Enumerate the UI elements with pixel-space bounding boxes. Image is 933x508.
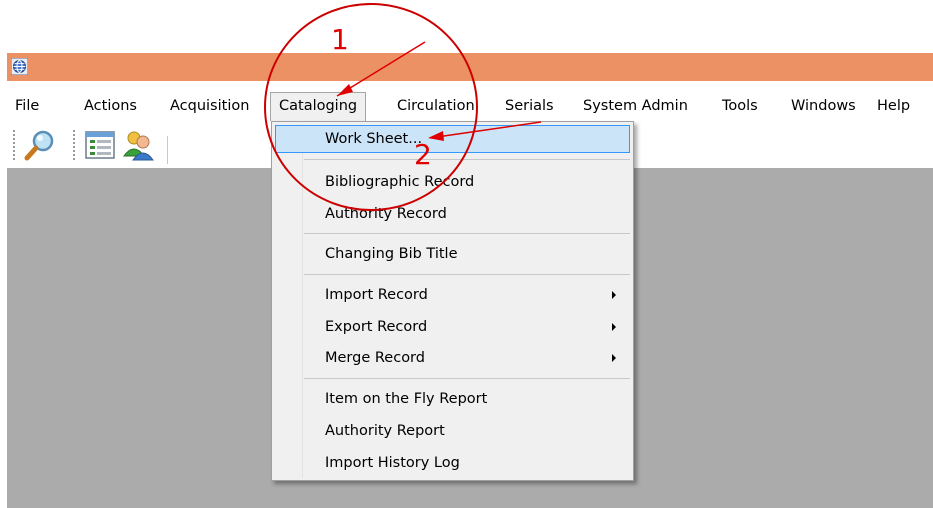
menu-item-import-record[interactable]: Import Record: [275, 281, 630, 309]
menu-separator: [304, 159, 630, 160]
menu-file[interactable]: File: [15, 95, 39, 117]
menu-item-export-record[interactable]: Export Record: [275, 313, 630, 341]
menu-serials[interactable]: Serials: [505, 95, 554, 117]
menu-item-label: Merge Record: [325, 350, 425, 366]
toolbar-separator: [167, 136, 168, 164]
magnifier-icon[interactable]: [23, 128, 57, 162]
submenu-arrow-icon: [612, 354, 616, 362]
menu-windows[interactable]: Windows: [791, 95, 856, 117]
menu-item-authority-record[interactable]: Authority Record: [275, 200, 630, 228]
form-window-icon[interactable]: [83, 128, 117, 162]
menu-help[interactable]: Help: [877, 95, 910, 117]
menu-item-import-history-log[interactable]: Import History Log: [275, 449, 630, 477]
menu-item-label: Import Record: [325, 287, 428, 303]
menu-tools[interactable]: Tools: [722, 95, 758, 117]
menu-item-label: Item on the Fly Report: [325, 391, 488, 407]
menu-item-label: Authority Record: [325, 206, 447, 222]
menu-actions[interactable]: Actions: [84, 95, 137, 117]
menu-item-label: Import History Log: [325, 455, 460, 471]
menu-circulation[interactable]: Circulation: [397, 95, 475, 117]
menu-bar: File Actions Acquisition Cataloging Circ…: [0, 88, 933, 122]
toolbar-grip-2[interactable]: [73, 130, 75, 160]
cataloging-dropdown-menu: Work Sheet... Bibliographic Record Autho…: [271, 121, 634, 481]
menu-item-label: Changing Bib Title: [325, 246, 458, 262]
menu-separator: [304, 233, 630, 234]
menu-separator: [304, 274, 630, 275]
menu-system-admin[interactable]: System Admin: [583, 95, 688, 117]
menu-acquisition[interactable]: Acquisition: [170, 95, 249, 117]
menu-item-label: Bibliographic Record: [325, 174, 475, 190]
menu-separator: [304, 378, 630, 379]
menu-item-label: Authority Report: [325, 423, 445, 439]
toolbar-grip[interactable]: [13, 130, 15, 160]
users-icon[interactable]: [121, 128, 155, 162]
title-bar: [7, 53, 933, 81]
annotation-step-2: 2: [414, 138, 432, 171]
menu-item-merge-record[interactable]: Merge Record: [275, 344, 630, 372]
menu-item-item-on-the-fly-report[interactable]: Item on the Fly Report: [275, 385, 630, 413]
submenu-arrow-icon: [612, 323, 616, 331]
menu-item-label: Export Record: [325, 319, 428, 335]
menu-item-changing-bib-title[interactable]: Changing Bib Title: [275, 240, 630, 268]
submenu-arrow-icon: [612, 291, 616, 299]
annotation-step-1: 1: [331, 23, 349, 56]
menu-item-authority-report[interactable]: Authority Report: [275, 417, 630, 445]
menu-item-label: Work Sheet...: [325, 131, 423, 147]
menu-item-work-sheet[interactable]: Work Sheet...: [275, 125, 630, 153]
globe-app-icon[interactable]: [11, 58, 28, 75]
menu-cataloging[interactable]: Cataloging: [270, 92, 367, 121]
menu-item-bibliographic-record[interactable]: Bibliographic Record: [275, 168, 630, 196]
